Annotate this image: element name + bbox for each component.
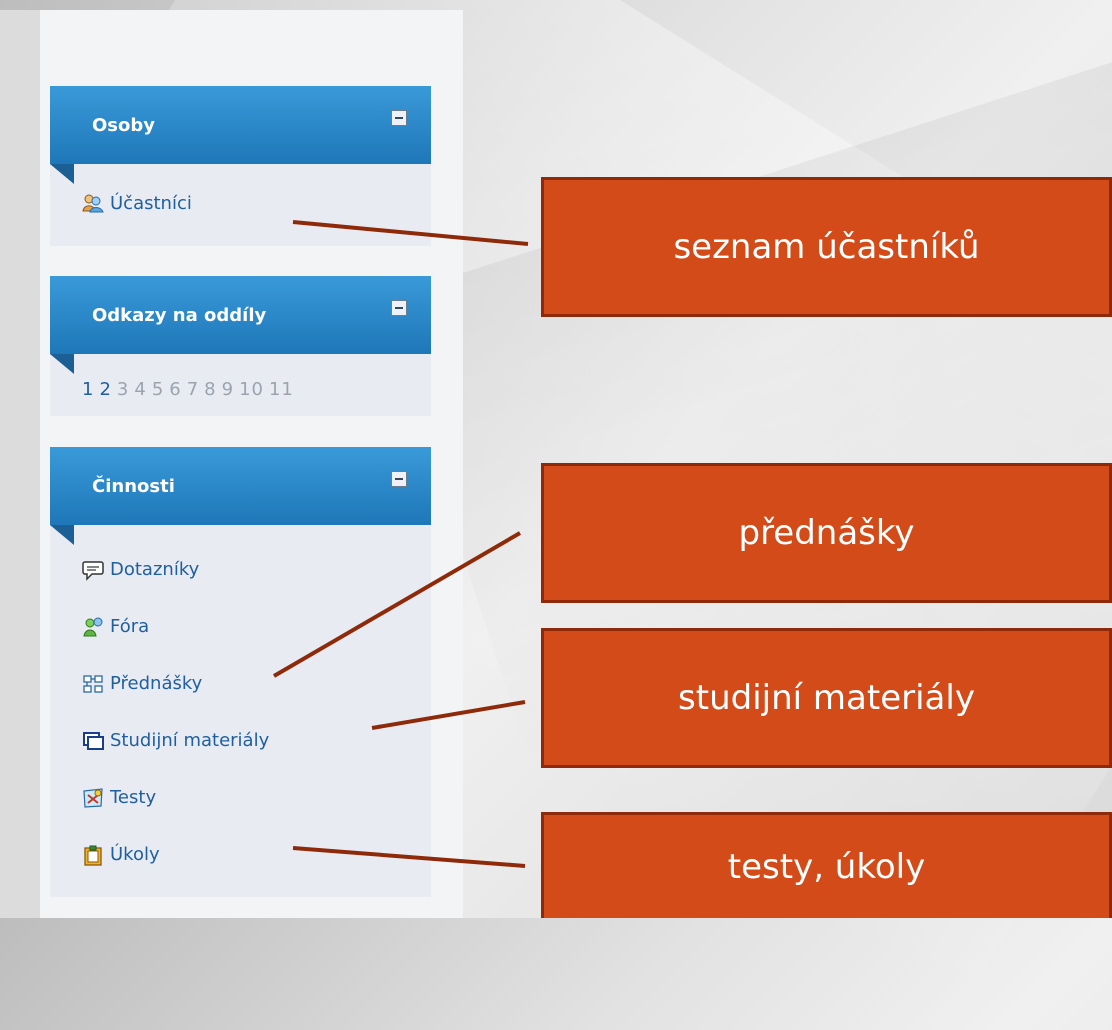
callout-tests-assignments: testy, úkoly	[541, 812, 1112, 918]
connector-study-materials	[371, 700, 526, 730]
callout-study-materials: studijní materiály	[541, 628, 1112, 768]
callout-text: testy, úkoly	[727, 846, 926, 887]
callout-text: přednášky	[738, 513, 915, 553]
connector-lessons	[272, 531, 522, 678]
callout-participant-list: seznam účastníků	[541, 177, 1112, 317]
connector-tests-assignments	[292, 846, 526, 868]
connector-participants	[292, 220, 529, 246]
callout-text: seznam účastníků	[673, 227, 980, 267]
callout-lectures: přednášky	[541, 463, 1112, 603]
callout-connectors	[272, 220, 529, 868]
callout-text: studijní materiály	[678, 678, 975, 718]
